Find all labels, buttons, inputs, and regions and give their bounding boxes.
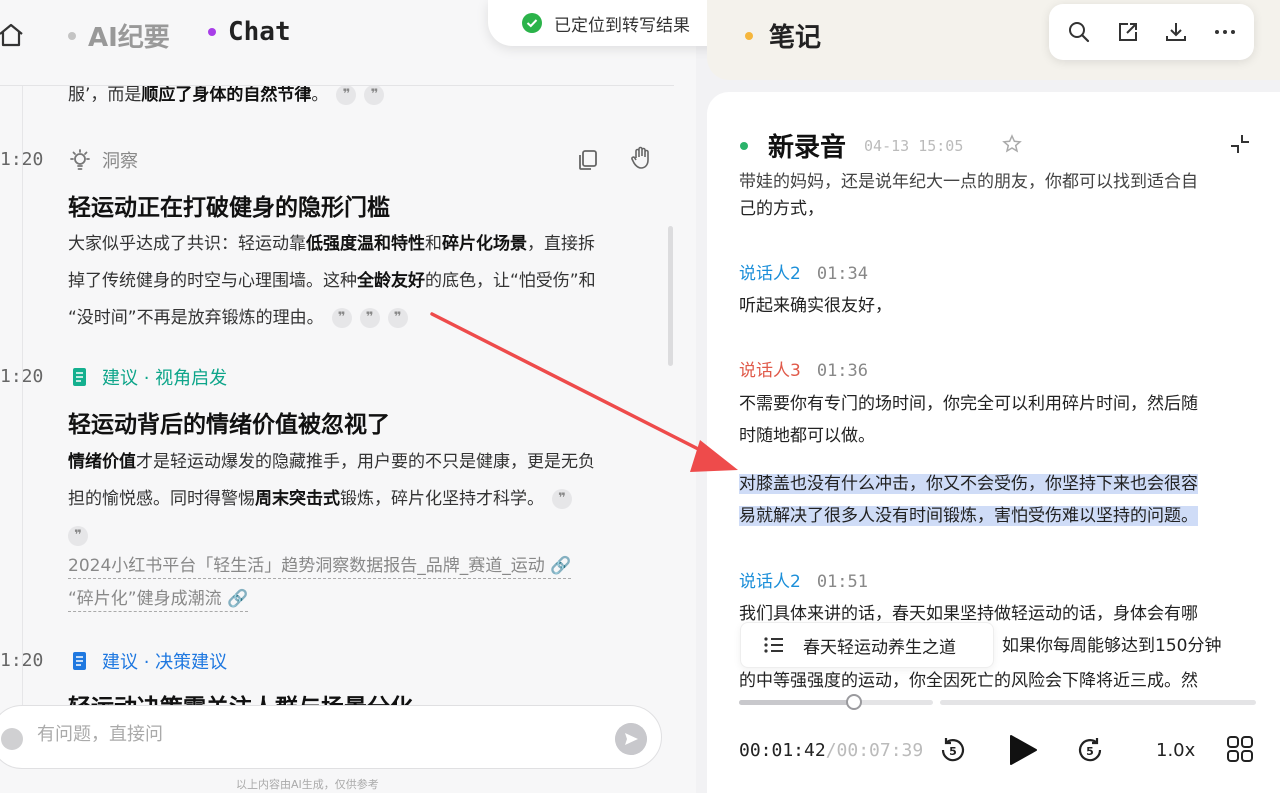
- quote-icon[interactable]: ❞: [336, 85, 357, 105]
- transcript-line: 带娃的妈妈，还是说年纪大一点的朋友，你都可以找到适合自: [739, 172, 1198, 192]
- speaker-label[interactable]: 说话人3 01:36: [739, 356, 868, 381]
- highlighted-transcript[interactable]: 对膝盖也没有什么冲击，你又不会受伤，你坚持下来也会很容 易就解决了很多人没有时间锻…: [739, 468, 1255, 532]
- recording-header: 新录音 04-13 15:05: [740, 127, 963, 164]
- notes-title-label: 笔记: [769, 23, 822, 53]
- tab-ai-summary-label: AI纪要: [88, 23, 170, 53]
- tab-chat[interactable]: Chat: [208, 17, 291, 47]
- outline-chip-label: 春天轻运动养生之道: [803, 637, 956, 658]
- search-icon[interactable]: [1066, 19, 1092, 45]
- reference-link[interactable]: 2024小红书平台「轻生活」趋势洞察数据报告_品牌_赛道_运动 🔗: [68, 551, 572, 579]
- playback-time: 00:01:42/00:07:39: [739, 740, 924, 761]
- progress-track[interactable]: [940, 700, 1256, 705]
- hand-icon[interactable]: [628, 145, 654, 171]
- recording-date: 04-13 15:05: [864, 136, 964, 155]
- more-icon[interactable]: [1212, 19, 1238, 45]
- transcript-line: 我们具体来讲的话，春天如果坚持做轻运动的话，身体会有哪: [739, 604, 1198, 624]
- transcript-line: 听起来确实很友好，: [739, 296, 892, 316]
- card-body: 大家似乎达成了共识：轻运动靠低强度温和特性和碎片化场景，直接拆 掉了传统健身的时…: [68, 234, 596, 328]
- quote-icon[interactable]: ❞: [552, 489, 572, 509]
- tab-dot: [745, 31, 753, 40]
- transcript-line: 如果你每周能够达到150分钟: [1002, 636, 1222, 656]
- card-tag-insight: 洞察: [68, 147, 138, 173]
- lightbulb-icon: [70, 149, 90, 170]
- quote-icon[interactable]: ❞: [359, 308, 380, 328]
- add-icon[interactable]: [1, 728, 23, 750]
- transcript-line: 的中等强强度的运动，你全因死亡的风险会下降将近三成。然: [739, 671, 1198, 691]
- scrollbar[interactable]: [668, 226, 673, 366]
- document-icon: [73, 652, 86, 670]
- tab-dot: [68, 31, 76, 40]
- notes-title[interactable]: 笔记: [745, 17, 821, 54]
- toast-notification: 已定位到转写结果: [488, 0, 736, 46]
- card-tag-label: 建议 · 视角启发: [102, 368, 228, 389]
- download-icon[interactable]: [1163, 19, 1189, 45]
- transcript-line: 己的方式，: [739, 199, 824, 219]
- toast-text: 已定位到转写结果: [554, 15, 690, 36]
- tab-chat-label: Chat: [228, 17, 291, 47]
- grid-icon[interactable]: [1226, 735, 1254, 763]
- card-tag-suggestion: 建议 · 决策建议: [68, 648, 227, 674]
- copy-icon[interactable]: [575, 147, 601, 173]
- progress-knob[interactable]: [846, 694, 862, 710]
- send-icon[interactable]: [615, 723, 647, 755]
- ai-disclaimer: 以上内容由AI生成，仅供参考: [236, 778, 379, 791]
- card-timestamp[interactable]: 1:20: [0, 149, 43, 170]
- document-icon: [73, 368, 86, 386]
- collapse-icon[interactable]: [1228, 132, 1252, 156]
- playback-speed[interactable]: 1.0x: [1156, 740, 1195, 761]
- card-tag-label: 建议 · 决策建议: [102, 652, 228, 673]
- check-circle-icon: [522, 13, 542, 33]
- list-icon: [764, 637, 783, 653]
- card-timestamp[interactable]: 1:20: [0, 650, 43, 671]
- chat-input-box: [0, 705, 662, 769]
- play-icon[interactable]: [1005, 733, 1039, 767]
- speaker-label[interactable]: 说话人2 01:51: [739, 567, 868, 592]
- outline-chip[interactable]: 春天轻运动养生之道: [740, 622, 994, 668]
- quote-icon[interactable]: ❞: [68, 526, 88, 546]
- prev-card-text: 服’，而是顺应了身体的自然节律。 ❞ ❞: [68, 77, 668, 114]
- progress-fill: [739, 700, 854, 705]
- card-tag-suggestion: 建议 · 视角启发: [68, 364, 227, 390]
- card-title: 轻运动正在打破健身的隐形门槛: [68, 195, 390, 221]
- toolbar: [1049, 4, 1254, 60]
- svg-text:5: 5: [949, 745, 957, 758]
- card-tag-label: 洞察: [102, 151, 138, 172]
- quote-icon[interactable]: ❞: [364, 85, 385, 105]
- card-body: 情绪价值才是轻运动爆发的隐藏推手，用户要的不只是健康，更是无负 担的愉悦感。同时…: [68, 444, 668, 555]
- transcript-paragraph: 不需要你有专门的场时间，你完全可以利用碎片时间，然后随 时随地都可以做。: [739, 394, 1198, 446]
- share-icon[interactable]: [1115, 19, 1141, 45]
- speaker-label[interactable]: 说话人2 01:34: [739, 259, 868, 284]
- forward-5-icon[interactable]: 5: [1075, 735, 1105, 765]
- recording-title[interactable]: 新录音: [768, 127, 846, 164]
- rewind-5-icon[interactable]: 5: [938, 735, 968, 765]
- status-dot: [740, 141, 748, 150]
- star-icon[interactable]: [1002, 134, 1022, 154]
- home-icon[interactable]: [0, 20, 26, 50]
- card-timestamp[interactable]: 1:20: [0, 366, 43, 387]
- reference-link[interactable]: “碎片化”健身成潮流 🔗: [68, 584, 249, 612]
- chat-panel: AI纪要 Chat 服’，而是顺应了身体的自然节律。 ❞ ❞ 1:20 洞察 轻运动…: [0, 0, 696, 793]
- divider: [0, 85, 674, 86]
- svg-text:5: 5: [1086, 745, 1094, 758]
- tab-ai-summary[interactable]: AI纪要: [68, 17, 170, 54]
- card-title: 轻运动背后的情绪价值被忽视了: [68, 412, 390, 438]
- timeline-line: [22, 86, 23, 706]
- quote-icon[interactable]: ❞: [387, 308, 408, 328]
- tab-dot: [208, 28, 216, 36]
- chat-input[interactable]: [37, 724, 577, 745]
- quote-icon[interactable]: ❞: [331, 308, 352, 328]
